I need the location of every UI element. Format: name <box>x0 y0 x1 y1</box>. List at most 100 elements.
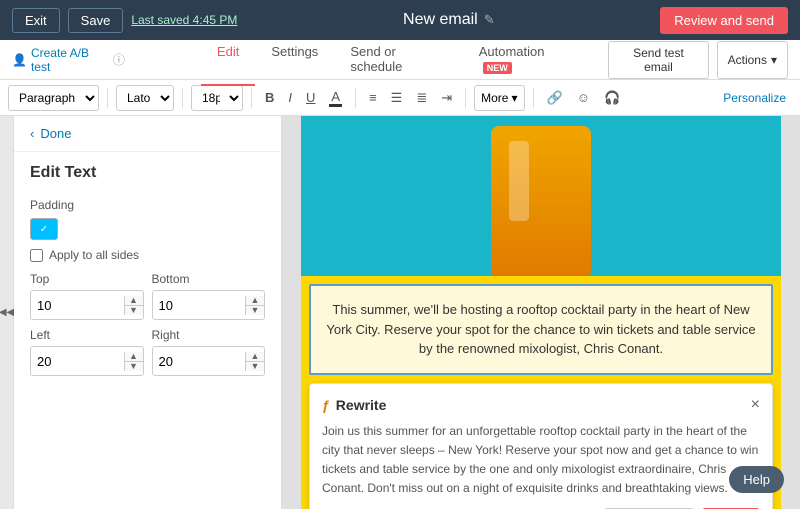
bottom-spin-input: ▲ ▼ <box>152 290 266 320</box>
right-spin-arrows: ▲ ▼ <box>245 352 264 371</box>
save-button[interactable]: Save <box>68 8 124 33</box>
nav-tabs: Edit Settings Send or schedule Automatio… <box>201 34 592 86</box>
rewrite-title-text: Rewrite <box>336 397 387 413</box>
more-button[interactable]: More ▾ <box>474 85 524 111</box>
divider-5 <box>465 88 466 108</box>
emoji-button[interactable]: ☺ <box>572 87 595 108</box>
size-select[interactable]: 18px <box>191 85 243 111</box>
left-decrement-button[interactable]: ▼ <box>125 362 143 371</box>
help-button[interactable]: Help <box>729 466 784 493</box>
right-value-input[interactable] <box>153 347 246 375</box>
divider-4 <box>355 88 356 108</box>
top-increment-button[interactable]: ▲ <box>125 296 143 306</box>
padding-label: Padding <box>30 198 265 212</box>
padding-section: Padding ✓ Apply to all sides Top ▲ ▼ <box>14 190 281 384</box>
email-title-container: New email ✎ <box>245 11 652 29</box>
review-send-button[interactable]: Review and send <box>660 7 788 34</box>
align-center-button[interactable]: ☰ <box>386 87 408 109</box>
left-label: Left <box>30 328 144 342</box>
right-increment-button[interactable]: ▲ <box>246 352 264 362</box>
check-icon: ✓ <box>31 219 57 239</box>
paragraph-select[interactable]: Paragraph <box>8 85 99 111</box>
ab-test-label: Create A/B test <box>31 46 109 74</box>
collapse-arrow-icon: ◀◀ <box>0 307 14 318</box>
bottom-label: Bottom <box>152 272 266 286</box>
tab-automation[interactable]: Automation NEW <box>463 34 593 86</box>
padding-inputs-grid: Top ▲ ▼ Bottom ▲ ▼ <box>30 272 265 376</box>
audio-button[interactable]: 🎧 <box>599 87 625 109</box>
right-decrement-button[interactable]: ▼ <box>246 362 264 371</box>
top-spin-arrows: ▲ ▼ <box>124 296 143 315</box>
email-canvas-area: This summer, we'll be hosting a rooftop … <box>282 116 800 509</box>
nav-right-actions: Send test email Actions ▾ <box>608 41 788 79</box>
divider-6 <box>533 88 534 108</box>
indent-button[interactable]: ⇥ <box>436 87 457 109</box>
selected-text-block[interactable]: This summer, we'll be hosting a rooftop … <box>309 284 773 375</box>
automation-badge: NEW <box>483 62 512 74</box>
top-label: Top <box>30 272 144 286</box>
left-input-group: Left ▲ ▼ <box>30 328 144 376</box>
toolbar-right: Personalize <box>717 89 792 107</box>
email-canvas: This summer, we'll be hosting a rooftop … <box>301 116 781 509</box>
left-spin-input: ▲ ▼ <box>30 346 144 376</box>
left-panel: ‹ Done Edit Text Padding ✓ Apply to all … <box>14 116 282 509</box>
ab-test-info-icon: ⓘ <box>113 51 125 68</box>
ab-test-link[interactable]: 👤 Create A/B test ⓘ <box>12 46 125 74</box>
divider-3 <box>251 88 252 108</box>
rewrite-body-text: Join us this summer for an unforgettable… <box>322 422 760 499</box>
bottom-decrement-button[interactable]: ▼ <box>246 306 264 315</box>
collapse-panel-button[interactable]: ◀◀ <box>0 116 14 509</box>
divider-1 <box>107 88 108 108</box>
drink-image <box>491 126 591 276</box>
color-button[interactable]: A <box>324 86 347 110</box>
right-label: Right <box>152 328 266 342</box>
personalize-button[interactable]: Personalize <box>717 89 792 107</box>
nav-bar: 👤 Create A/B test ⓘ Edit Settings Send o… <box>0 40 800 80</box>
divider-2 <box>182 88 183 108</box>
font-select[interactable]: Lato <box>116 85 174 111</box>
edit-title-icon[interactable]: ✎ <box>484 12 495 28</box>
align-right-button[interactable]: ≣ <box>411 87 432 109</box>
top-value-input[interactable] <box>31 291 124 319</box>
rewrite-icon: ƒ <box>322 397 330 413</box>
padding-color-picker[interactable]: ✓ <box>30 218 58 240</box>
top-input-group: Top ▲ ▼ <box>30 272 144 320</box>
ab-test-icon: 👤 <box>12 53 27 67</box>
bold-button[interactable]: B <box>260 87 279 108</box>
rewrite-header: ƒ Rewrite × <box>322 396 760 414</box>
top-decrement-button[interactable]: ▼ <box>125 306 143 315</box>
back-to-done-link[interactable]: ‹ Done <box>14 116 281 152</box>
right-spin-input: ▲ ▼ <box>152 346 266 376</box>
body-text: This summer, we'll be hosting a rooftop … <box>326 302 755 356</box>
rewrite-popup: ƒ Rewrite × Join us this summer for an u… <box>309 383 773 509</box>
left-spin-arrows: ▲ ▼ <box>124 352 143 371</box>
left-increment-button[interactable]: ▲ <box>125 352 143 362</box>
back-label: Done <box>40 126 71 141</box>
bottom-spin-arrows: ▲ ▼ <box>245 296 264 315</box>
apply-all-row: Apply to all sides <box>30 248 265 262</box>
drink-highlight <box>509 141 529 221</box>
link-button[interactable]: 🔗 <box>542 87 568 109</box>
main-layout: ◀◀ ‹ Done Edit Text Padding ✓ Apply to a… <box>0 116 800 509</box>
actions-button[interactable]: Actions ▾ <box>717 41 788 79</box>
left-value-input[interactable] <box>31 347 124 375</box>
tab-send[interactable]: Send or schedule <box>334 34 462 86</box>
panel-title: Edit Text <box>14 152 281 190</box>
actions-chevron-icon: ▾ <box>771 53 777 67</box>
exit-button[interactable]: Exit <box>12 8 60 33</box>
top-spin-input: ▲ ▼ <box>30 290 144 320</box>
padding-color-row: ✓ <box>30 218 265 240</box>
align-left-button[interactable]: ≡ <box>364 87 382 108</box>
underline-button[interactable]: U <box>301 87 320 108</box>
bottom-value-input[interactable] <box>153 291 246 319</box>
last-saved[interactable]: Last saved 4:45 PM <box>131 13 237 27</box>
email-title-text: New email <box>403 11 478 29</box>
apply-all-checkbox[interactable] <box>30 249 43 262</box>
italic-button[interactable]: I <box>283 87 297 108</box>
tab-edit[interactable]: Edit <box>201 34 255 86</box>
rewrite-close-button[interactable]: × <box>751 396 760 414</box>
canvas-header-image <box>301 116 781 276</box>
send-test-button[interactable]: Send test email <box>608 41 708 79</box>
tab-settings[interactable]: Settings <box>255 34 334 86</box>
bottom-increment-button[interactable]: ▲ <box>246 296 264 306</box>
